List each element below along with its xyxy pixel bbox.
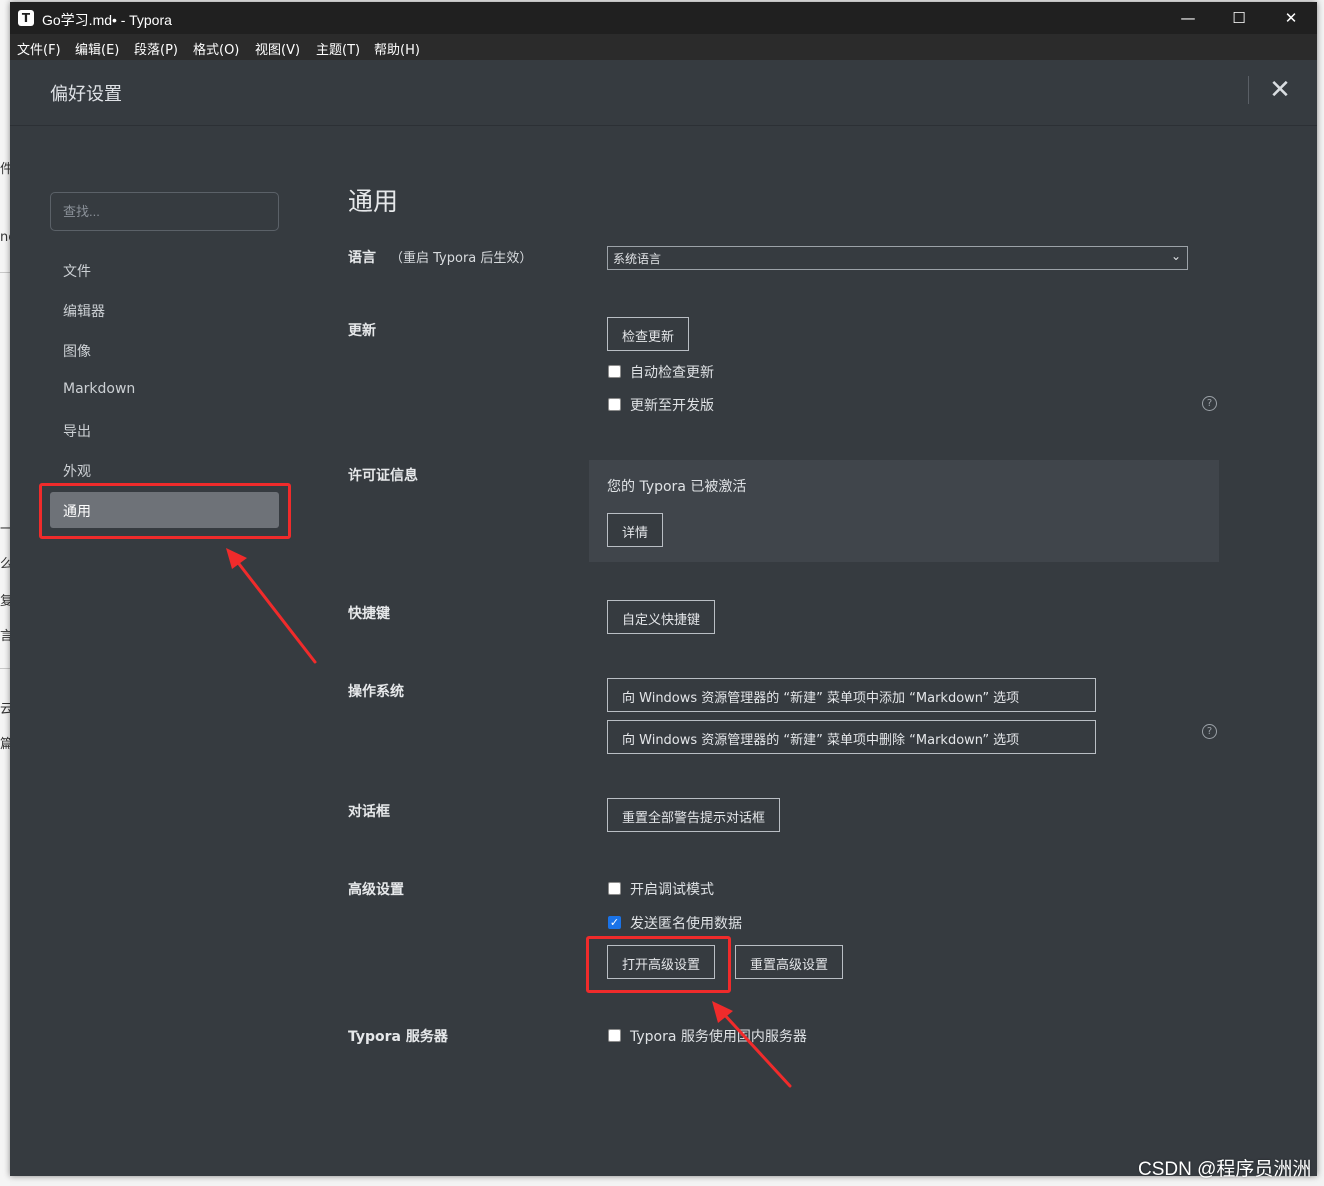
arrow-to-general: [226, 548, 317, 664]
csdn-watermark: CSDN @程序员洲洲: [1138, 1159, 1312, 1180]
arrow-to-open-advanced: [712, 1001, 792, 1088]
annotation-arrows: [226, 548, 792, 1088]
screenshot-stage: 件 nc 一体 么打 复杂 言( 云 篇 T Go学习.md• - Typora…: [0, 0, 1324, 1186]
